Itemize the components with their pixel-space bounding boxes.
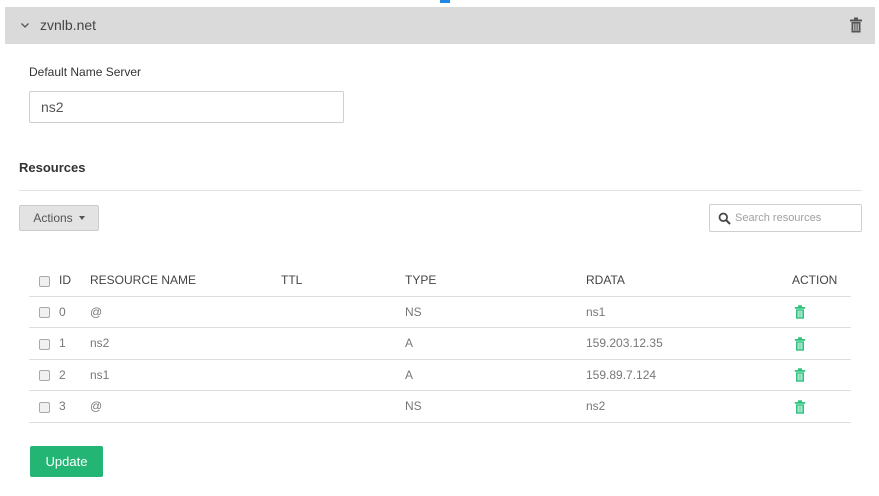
cell-ttl: [281, 359, 405, 391]
name-server-input[interactable]: [29, 91, 344, 123]
caret-down-icon: [78, 216, 85, 220]
resources-heading: Resources: [19, 160, 86, 175]
trash-icon[interactable]: [794, 336, 806, 351]
col-rdata: RDATA: [586, 265, 792, 297]
resources-table: ID RESOURCE NAME TTL TYPE RDATA ACTION 0…: [29, 265, 851, 423]
table-header-row: ID RESOURCE NAME TTL TYPE RDATA ACTION: [29, 265, 851, 297]
divider: [19, 190, 862, 191]
cell-rdata: ns2: [586, 390, 792, 423]
cell-type: A: [405, 327, 586, 360]
cell-name: @: [90, 296, 281, 328]
trash-icon[interactable]: [849, 17, 863, 33]
actions-label: Actions: [33, 211, 73, 225]
cell-rdata: 159.203.12.35: [586, 327, 792, 360]
col-action: ACTION: [792, 265, 851, 297]
cell-id: 2: [59, 359, 90, 391]
search-input[interactable]: [735, 205, 860, 231]
cell-action: [792, 390, 851, 423]
col-type: TYPE: [405, 265, 586, 297]
table-row: 1 ns2 A 159.203.12.35: [29, 327, 851, 360]
search-box[interactable]: [709, 204, 862, 232]
trash-icon[interactable]: [794, 368, 806, 382]
cell-ttl: [281, 390, 405, 423]
cell-name: @: [90, 390, 281, 423]
cell-ttl: [281, 296, 405, 328]
name-server-label: Default Name Server: [29, 65, 142, 79]
cell-rdata: 159.89.7.124: [586, 359, 792, 391]
select-all-cell: [29, 265, 59, 297]
cell-name: ns2: [90, 327, 281, 360]
cell-type: A: [405, 359, 586, 391]
cell-name: ns1: [90, 359, 281, 391]
trash-icon[interactable]: [794, 399, 806, 414]
col-id: ID: [59, 265, 90, 297]
cell-type: NS: [405, 390, 586, 423]
update-button[interactable]: Update: [30, 446, 103, 477]
table-row: 0 @ NS ns1: [29, 296, 851, 328]
cell-id: 1: [59, 327, 90, 360]
row-checkbox[interactable]: [39, 401, 50, 413]
row-check-cell: [29, 390, 59, 423]
row-check-cell: [29, 359, 59, 391]
cell-id: 0: [59, 296, 90, 328]
cell-action: [792, 359, 851, 391]
cell-type: NS: [405, 296, 586, 328]
chevron-down-icon[interactable]: [19, 19, 31, 31]
table-row: 3 @ NS ns2: [29, 390, 851, 423]
col-resource-name: RESOURCE NAME: [90, 265, 281, 297]
row-checkbox[interactable]: [39, 370, 50, 382]
row-checkbox[interactable]: [39, 338, 50, 350]
cell-ttl: [281, 327, 405, 360]
actions-dropdown-button[interactable]: Actions: [19, 205, 99, 231]
row-check-cell: [29, 327, 59, 360]
domain-title: zvnlb.net: [40, 17, 97, 33]
domain-header[interactable]: zvnlb.net: [5, 7, 875, 44]
top-marker: [440, 0, 450, 3]
trash-icon[interactable]: [794, 305, 806, 319]
select-all-checkbox[interactable]: [39, 275, 50, 287]
cell-action: [792, 327, 851, 360]
search-icon: [718, 212, 731, 225]
cell-rdata: ns1: [586, 296, 792, 328]
row-checkbox[interactable]: [39, 307, 50, 319]
cell-id: 3: [59, 390, 90, 423]
col-ttl: TTL: [281, 265, 405, 297]
cell-action: [792, 296, 851, 328]
table-row: 2 ns1 A 159.89.7.124: [29, 359, 851, 391]
row-check-cell: [29, 296, 59, 328]
